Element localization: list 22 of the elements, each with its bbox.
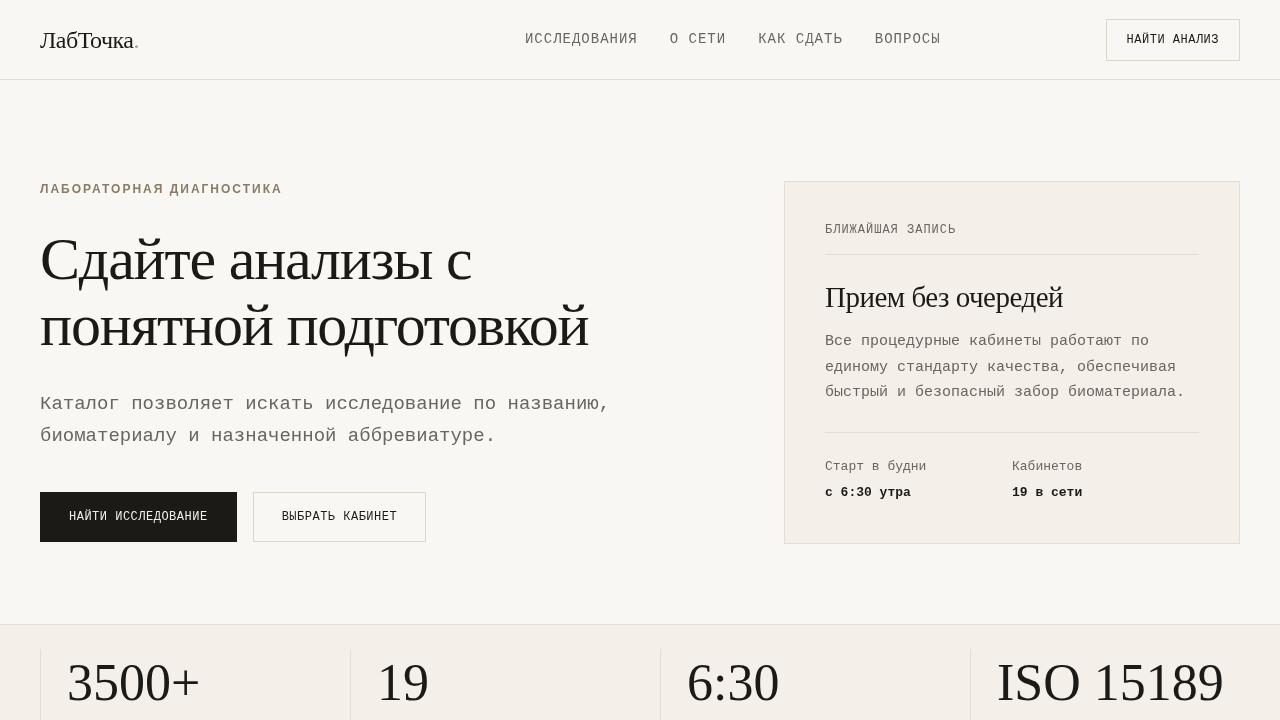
eyebrow-label: ЛАБОРАТОРНАЯ ДИАГНОСТИКА [40,181,284,198]
logo[interactable]: ЛабТочка. [40,21,400,58]
stat-value: 6:30 [687,653,780,713]
nav-link[interactable]: ИССЛЕДОВАНИЯ [524,29,638,50]
hero-heading: Сдайте анализы с понятной подготовкой [40,226,590,358]
fact-value: с 6:30 утра [825,484,911,501]
stat-value: ISO 15189 [997,653,1224,713]
stat-value: 3500+ [67,653,201,713]
hero-description: Каталог позволяет искать исследование по названию, биоматериалу и назначенной аббревиатуре. [40,392,612,449]
card-description: Все процедурные кабинеты работают по единому стандарту качества, обеспечивая быстрый и безопасный забор биоматериала. [825,329,1199,433]
fact-label: Старт в будни [825,458,927,475]
card-title: Прием без очередей [825,280,1065,315]
stat-value: 19 [377,653,429,713]
nav-link[interactable]: О СЕТИ [669,29,727,50]
card-eyebrow: БЛИЖАЙШАЯ ЗАПИСЬ [825,222,1199,255]
nav-link[interactable]: ВОПРОСЫ [874,29,941,50]
nav-link[interactable]: КАК СДАТЬ [758,29,843,50]
fact-label: Кабинетов [1012,458,1083,475]
find-study-button[interactable]: НАЙТИ ИССЛЕДОВАНИЕ [40,492,237,542]
find-analysis-button[interactable]: НАЙТИ АНАЛИЗ [1105,18,1240,61]
fact-value: 19 в сети [1012,484,1083,501]
choose-office-button[interactable]: ВЫБРАТЬ КАБИНЕТ [252,492,427,542]
